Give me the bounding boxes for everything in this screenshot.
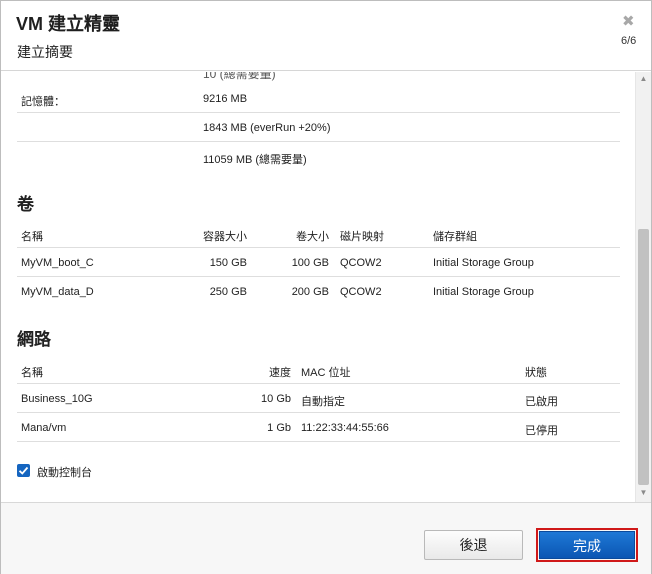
dialog-subtitle: 建立摘要: [17, 44, 73, 60]
network-name: Business_10G: [21, 393, 93, 405]
vm-creation-wizard-dialog: VM 建立精靈 建立摘要 ✖ 6/6 10 (總需要量) 記憶體： 9216 M…: [0, 0, 652, 574]
column-header: 儲存群組: [433, 231, 477, 243]
mac-address: 自動指定: [301, 396, 345, 408]
step-indicator: 6/6: [621, 35, 637, 47]
column-header: 磁片映射: [340, 231, 384, 243]
memory-row: 記憶體： 9216 MB: [17, 84, 620, 113]
memory-label: 記憶體：: [21, 96, 65, 108]
volume-name: MyVM_data_D: [21, 286, 94, 298]
scroll-down-arrow-icon[interactable]: ▼: [639, 488, 648, 497]
container-size: 150 GB: [209, 257, 247, 269]
launch-console-label: 啟動控制台: [37, 467, 92, 479]
column-header: 名稱: [21, 367, 43, 379]
column-header: 卷大小: [296, 231, 329, 243]
network-section-title: 網路: [17, 330, 51, 349]
back-button[interactable]: 後退: [424, 530, 523, 560]
column-header: 狀態: [525, 367, 547, 379]
volumes-header-row: 名稱 容器大小 卷大小 磁片映射 儲存群組: [17, 219, 620, 248]
network-name: Mana/vm: [21, 422, 67, 434]
volumes-section-title: 卷: [17, 195, 34, 214]
vertical-scrollbar[interactable]: ▲ ▼: [635, 72, 651, 502]
container-size: 250 GB: [209, 286, 247, 298]
disk-image-format: QCOW2: [340, 286, 382, 298]
finish-button-highlight[interactable]: 完成: [536, 528, 638, 562]
checkmark-icon: [18, 466, 29, 475]
memory-row: 1843 MB (everRun +20%): [17, 113, 620, 142]
volume-size: 100 GB: [291, 257, 329, 269]
dialog-title: VM 建立精靈: [16, 14, 121, 34]
memory-value: 1843 MB (everRun +20%): [203, 122, 331, 134]
volume-size: 200 GB: [291, 286, 329, 298]
network-status: 已啟用: [525, 396, 558, 408]
storage-group: Initial Storage Group: [433, 286, 534, 298]
network-status: 已停用: [525, 425, 558, 437]
finish-button[interactable]: 完成: [539, 531, 635, 559]
memory-row: 11059 MB (總需要量): [17, 142, 620, 171]
storage-group: Initial Storage Group: [433, 257, 534, 269]
column-header: 容器大小: [203, 231, 247, 243]
table-row: Mana/vm 1 Gb 11:22:33:44:55:66 已停用: [17, 413, 620, 442]
mac-address: 11:22:33:44:55:66: [301, 422, 389, 434]
summary-content: 10 (總需要量) 記憶體： 9216 MB 1843 MB (everRun …: [1, 72, 635, 502]
network-header-row: 名稱 速度 MAC 位址 狀態: [17, 355, 620, 384]
memory-partial-line: 10 (總需要量): [203, 72, 276, 81]
scroll-up-arrow-icon[interactable]: ▲: [639, 74, 648, 83]
column-header: MAC 位址: [301, 367, 351, 379]
close-icon[interactable]: ✖: [622, 14, 635, 29]
memory-value: 11059 MB (總需要量): [203, 154, 307, 166]
volume-name: MyVM_boot_C: [21, 257, 94, 269]
table-row: MyVM_boot_C 150 GB 100 GB QCOW2 Initial …: [17, 248, 620, 277]
column-header: 速度: [269, 367, 291, 379]
dialog-footer: 後退 完成: [1, 502, 651, 574]
disk-image-format: QCOW2: [340, 257, 382, 269]
launch-console-checkbox[interactable]: [17, 464, 30, 477]
table-row: Business_10G 10 Gb 自動指定 已啟用: [17, 384, 620, 413]
column-header: 名稱: [21, 231, 43, 243]
network-speed: 1 Gb: [267, 422, 291, 434]
network-speed: 10 Gb: [261, 393, 291, 405]
dialog-header: VM 建立精靈 建立摘要 ✖ 6/6: [1, 1, 651, 71]
memory-value: 9216 MB: [203, 93, 248, 105]
scrollbar-thumb[interactable]: [638, 229, 649, 485]
table-row: MyVM_data_D 250 GB 200 GB QCOW2 Initial …: [17, 277, 620, 306]
